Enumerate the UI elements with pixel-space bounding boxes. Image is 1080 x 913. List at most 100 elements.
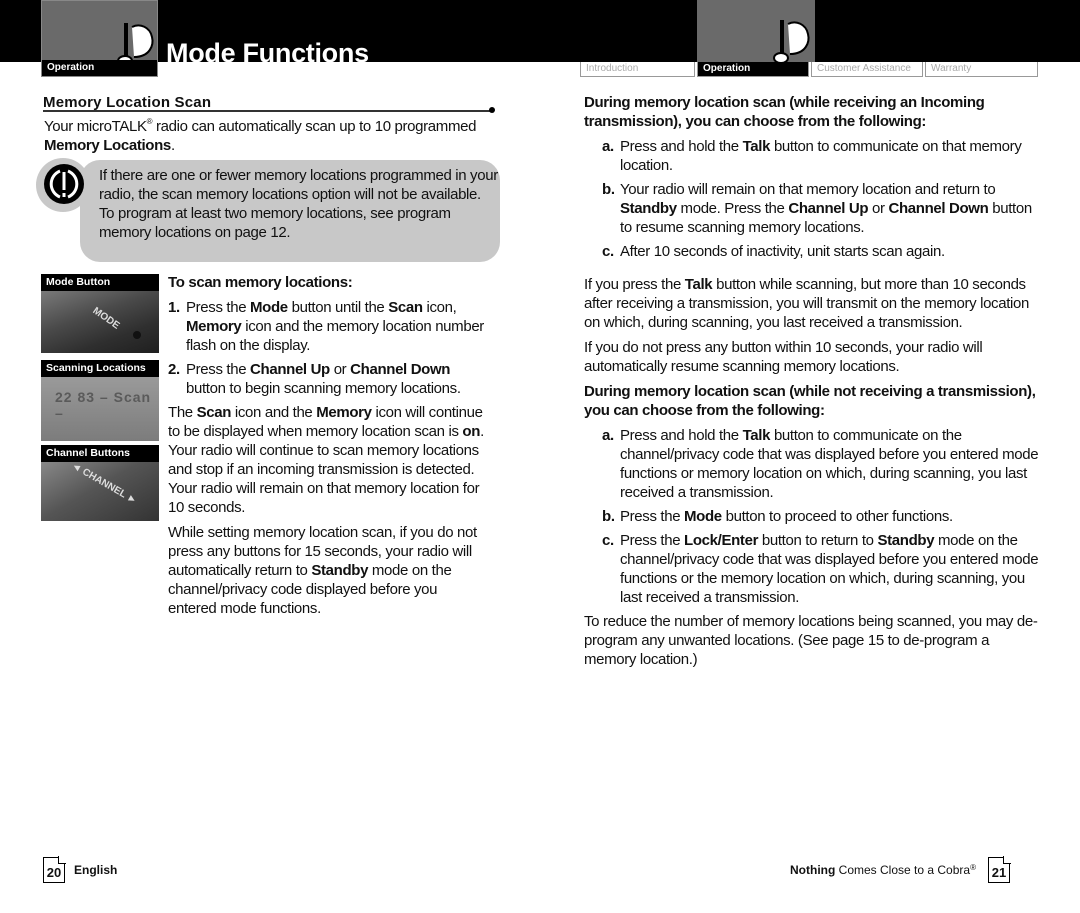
step-text: Press the Channel Up or Channel Down but… [186,360,488,398]
image-mode-button: Mode Button MODE [41,274,159,353]
nav-tab-operation[interactable]: Operation [697,62,809,77]
option-item: b. Your radio will remain on that memory … [602,180,1044,237]
page-number-left: 20 [43,856,66,883]
option-text: Press and hold the Talk button to commun… [620,137,1044,175]
caution-icon [44,164,84,204]
paragraph: If you press the Talk button while scann… [584,275,1044,332]
section-heading: Memory Location Scan [43,94,212,111]
section-tab-label: Operation [42,60,157,76]
text-run: icon and the [231,404,317,421]
text-run: button to begin scanning memory location… [186,380,461,397]
step-number: 1. [168,299,180,316]
nav-tab-warranty[interactable]: Warranty [925,62,1038,77]
nav-tabs: Introduction Operation Customer Assistan… [580,62,1040,78]
intro-paragraph: Your microTALK® radio can automatically … [44,117,504,155]
subsection-heading: During memory location scan (while recei… [584,94,985,130]
text-run: If you do not press any button within 10… [584,339,983,375]
step-item: 1. Press the Mode button until the Scan i… [168,298,488,355]
photo-caption: MODE [90,305,122,332]
paragraph: The Scan icon and the Memory icon will c… [168,403,488,517]
page-number-right: 21 [987,856,1011,883]
photo-caption: 22 83 – Scan – [55,389,152,421]
text-run: Press and hold the [620,427,743,444]
page-title: Mode Functions [166,38,369,68]
intro-text: . [170,137,175,154]
option-item: c. Press the Lock/Enter button to return … [602,531,1044,607]
text-run: Press the [620,532,685,549]
option-text: Press and hold the Talk button to commun… [620,426,1044,502]
slogan-text: Comes Close to a Cobra [835,863,971,877]
option-text: After 10 seconds of inactivity, unit sta… [620,242,945,261]
section-tab-operation: Operation [41,0,158,77]
option-letter: c. [602,532,614,549]
footer-slogan: Nothing Comes Close to a Cobra® [790,863,976,877]
bold-term: Scan [196,404,232,421]
text-run: button to proceed to other functions. [721,508,954,525]
bold-term: Channel Up [250,361,330,378]
mode-button-photo: MODE [41,291,159,353]
bold-term: Mode [684,508,722,525]
note-text: If there are one or fewer memory locatio… [99,167,498,241]
steps-heading: To scan memory locations: [168,274,353,291]
bold-term: Standby [311,562,369,579]
bold-term: Channel Up [788,200,869,217]
bold-term: Memory [316,404,372,421]
option-letter: a. [602,138,614,155]
option-item: a. Press and hold the Talk button to comm… [602,426,1044,502]
heading-rule [43,110,493,112]
footer-right: Nothing Comes Close to a Cobra® 21 [790,856,1011,883]
intro-bold: Memory Locations [44,137,171,154]
bold-term: Talk [742,138,771,155]
option-text: Press the Lock/Enter button to return to… [620,531,1044,607]
nav-tab-introduction[interactable]: Introduction [580,62,695,77]
image-label: Mode Button [41,274,159,291]
text-run: button until the [287,299,389,316]
channel-buttons-photo: ◄ CHANNEL ► [41,462,159,521]
led-dot [133,331,141,339]
header-bar [0,0,1080,62]
bold-term: Talk [684,276,713,293]
nav-tab-customer-assistance[interactable]: Customer Assistance [811,62,923,77]
option-item: c. After 10 seconds of inactivity, unit s… [602,242,1044,261]
text-run: button to return to [758,532,878,549]
paragraph: To reduce the number of memory locations… [584,612,1044,669]
bold-term: Channel Down [888,200,989,217]
bold-term: Standby [620,200,677,217]
text-run: Press the [620,508,685,525]
bold-term: Lock/Enter [684,532,759,549]
text-run: icon, [422,299,457,316]
intro-text: Your microTALK [44,118,147,135]
text-run: or [329,361,351,378]
option-text: Press the Mode button to proceed to othe… [620,507,953,526]
step-item: 2. Press the Channel Up or Channel Down b… [168,360,488,398]
steps-section: To scan memory locations: 1. Press the Mo… [168,273,488,624]
subsection-heading: During memory location scan (while not r… [584,383,1036,419]
bold-term: Memory [186,318,242,335]
step-text: Press the Mode button until the Scan ico… [186,298,488,355]
step-number: 2. [168,361,180,378]
steps-list: 1. Press the Mode button until the Scan i… [168,298,488,398]
bold-term: Standby [877,532,935,549]
heading-rule-dot [489,107,495,113]
paragraph: If you do not press any button within 10… [584,338,1044,376]
paragraph: While setting memory location scan, if y… [168,523,488,618]
footer-left: 20 English [43,856,117,883]
slogan-bold: Nothing [790,863,836,877]
option-item: a. Press and hold the Talk button to comm… [602,137,1044,175]
option-item: b. Press the Mode button to proceed to ot… [602,507,1044,526]
text-run: Press and hold the [620,138,743,155]
text-run: After 10 seconds of inactivity, unit sta… [620,243,945,260]
text-run: mode. Press the [676,200,789,217]
image-channel-buttons: Channel Buttons ◄ CHANNEL ► [41,445,159,521]
image-label: Channel Buttons [41,445,159,462]
image-label: Scanning Locations [41,360,159,377]
option-letter: b. [602,181,615,198]
bold-term: Talk [742,427,771,444]
text-run: The [168,404,197,421]
bold-term: Channel Down [350,361,451,378]
option-letter: a. [602,427,614,444]
lcd-photo: 22 83 – Scan – [41,377,159,441]
image-scanning-locations: Scanning Locations 22 83 – Scan – [41,360,159,441]
bold-term: Scan [388,299,423,316]
text-run: Press the [186,299,251,316]
